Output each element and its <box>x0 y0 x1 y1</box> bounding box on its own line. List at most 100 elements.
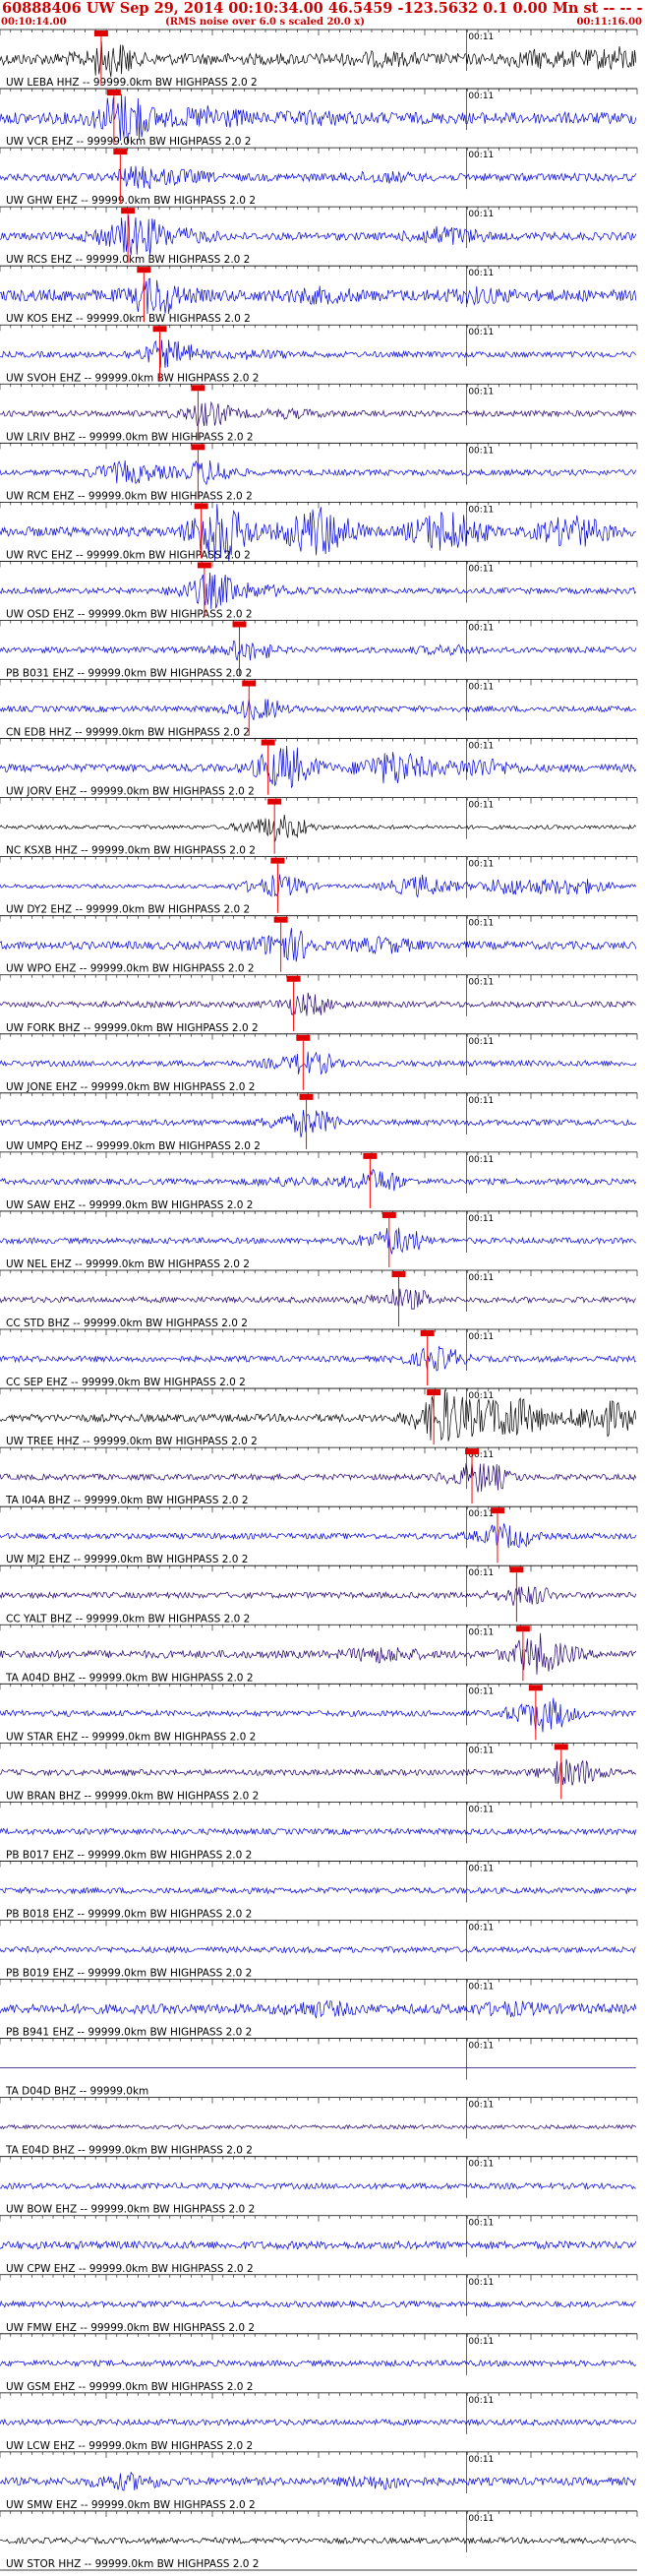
waveform-trace <box>0 2300 636 2308</box>
waveform-trace <box>0 339 637 368</box>
minute-tick-label: 00:11 <box>468 1864 494 1873</box>
trace-label: CC STD BHZ -- 99999.0km BW HIGHPASS 2.0 … <box>6 1318 248 1329</box>
trace-label: TA E04D BHZ -- 99999.0km BW HIGHPASS 2.0… <box>5 2145 253 2157</box>
waveform-trace <box>0 2471 637 2491</box>
trace-label: UW FORK BHZ -- 99999.0km BW HIGHPASS 2.0… <box>6 1022 259 1034</box>
pick-marker <box>242 680 257 687</box>
trace-label: UW GSM EHZ -- 99999.0km BW HIGHPASS 2.0 … <box>6 2381 253 2393</box>
minute-tick-label: 00:11 <box>468 1509 494 1519</box>
pick-marker <box>299 1093 314 1100</box>
minute-tick-label: 00:11 <box>468 328 494 337</box>
minute-tick-label: 00:11 <box>468 1155 494 1165</box>
minute-tick-label: 00:11 <box>468 742 494 752</box>
minute-tick-label: 00:11 <box>468 1746 494 1755</box>
minute-tick-label: 00:11 <box>468 1332 494 1342</box>
waveform-trace <box>0 2239 637 2250</box>
trace-label: UW WPO EHZ -- 99999.0km BW HIGHPASS 2.0 … <box>6 963 255 975</box>
waveform-trace <box>0 874 637 898</box>
trace-label: UW MJ2 EHZ -- 99999.0km BW HIGHPASS 2.0 … <box>6 1554 248 1565</box>
trace-label: UW GHW EHZ -- 99999.0km BW HIGHPASS 2.0 … <box>6 195 256 207</box>
minute-tick-label: 00:11 <box>468 2455 494 2465</box>
pick-marker <box>191 385 205 392</box>
trace-label: UW JORV EHZ -- 99999.0km BW HIGHPASS 2.0… <box>6 786 255 798</box>
minute-tick-label: 00:11 <box>468 1037 494 1047</box>
waveform-trace <box>0 1168 637 1192</box>
pick-marker <box>137 267 151 274</box>
trace-label: CC SEP EHZ -- 99999.0km BW HIGHPASS 2.0 … <box>6 1377 246 1388</box>
minute-tick-label: 00:11 <box>468 151 494 160</box>
minute-tick-label: 00:11 <box>468 2278 494 2288</box>
minute-tick-label: 00:11 <box>468 505 494 515</box>
waveform-trace <box>0 2123 637 2130</box>
waveform-trace <box>0 699 637 720</box>
trace-label: UW SVOH EHZ -- 99999.0km BW HIGHPASS 2.0… <box>6 372 259 384</box>
trace-label: UW STOR HHZ -- 99999.0km BW HIGHPASS 2.0… <box>6 2558 260 2570</box>
waveform-trace <box>0 1461 637 1493</box>
minute-tick-label: 00:11 <box>468 683 494 693</box>
pick-marker <box>232 621 247 628</box>
waveform-trace <box>0 460 637 486</box>
minute-tick-label: 00:11 <box>468 2101 494 2111</box>
trace-label: TA D04D BHZ -- 99999.0km <box>5 2086 148 2098</box>
pick-marker <box>420 1330 435 1337</box>
pick-marker <box>427 1389 441 1396</box>
waveform-trace <box>0 814 637 842</box>
waveform-trace <box>0 165 637 190</box>
pick-marker <box>363 1152 378 1159</box>
trace-label: CC YALT BHZ -- 99999.0km BW HIGHPASS 2.0… <box>6 1613 250 1625</box>
trace-label: UW SAW EHZ -- 99999.0km BW HIGHPASS 2.0 … <box>6 1199 253 1211</box>
trace-label: UW TREE HHZ -- 99999.0km BW HIGHPASS 2.0… <box>6 1436 258 1447</box>
trace-label: UW BRAN BHZ -- 99999.0km BW HIGHPASS 2.0… <box>6 1790 259 1802</box>
waveform-trace <box>0 1288 637 1311</box>
waveform-trace <box>0 928 637 962</box>
waveform-trace <box>0 1999 637 2019</box>
pick-marker <box>273 916 288 923</box>
minute-tick-label: 00:11 <box>468 2160 494 2170</box>
waveform-trace <box>0 1945 637 1954</box>
waveform-trace <box>0 1827 637 1836</box>
waveform-trace <box>0 277 637 315</box>
seismogram-chart: 00:11 UW LEBA HHZ -- 99999.0km BW HIGHPAS… <box>0 29 638 2571</box>
waveform-trace <box>0 1051 637 1075</box>
minute-tick-label: 00:11 <box>468 801 494 811</box>
minute-tick-label: 00:11 <box>468 1627 494 1637</box>
trace-label: UW LCW EHZ -- 99999.0km BW HIGHPASS 2.0 … <box>6 2440 253 2452</box>
waveform-trace <box>0 745 637 789</box>
minute-tick-label: 00:11 <box>468 1923 494 1932</box>
waveform-trace <box>0 1586 637 1606</box>
trace-label: UW SMW EHZ -- 99999.0km BW HIGHPASS 2.0 … <box>6 2499 256 2511</box>
pick-marker <box>261 739 275 746</box>
waveform-trace <box>0 1697 637 1733</box>
trace-label: UW BOW EHZ -- 99999.0km BW HIGHPASS 2.0 … <box>6 2204 255 2216</box>
pick-marker <box>267 798 282 805</box>
pick-marker <box>509 1566 524 1573</box>
trace-label: UW UMPQ EHZ -- 99999.0km BW HIGHPASS 2.0… <box>6 1140 261 1152</box>
pick-marker <box>93 31 108 36</box>
minute-tick-label: 00:11 <box>468 446 494 456</box>
pick-marker <box>113 149 128 155</box>
trace-label: TA I04A BHZ -- 99999.0km BW HIGHPASS 2.0… <box>5 1495 249 1506</box>
trace-label: PB B941 EHZ -- 99999.0km BW HIGHPASS 2.0… <box>6 2027 252 2039</box>
waveform-trace <box>0 1523 637 1549</box>
pick-marker <box>515 1625 530 1632</box>
pick-marker <box>270 857 285 864</box>
trace-label: UW RCM EHZ -- 99999.0km BW HIGHPASS 2.0 … <box>6 490 253 502</box>
minute-tick-label: 00:11 <box>468 860 494 870</box>
minute-tick-label: 00:11 <box>468 1687 494 1696</box>
minute-tick-label: 00:11 <box>468 92 494 101</box>
trace-label: UW VCR EHZ -- 99999.0km BW HIGHPASS 2.0 … <box>6 136 251 148</box>
trace-label: UW STAR EHZ -- 99999.0km BW HIGHPASS 2.0… <box>6 1731 256 1743</box>
waveform-trace <box>0 1886 637 1895</box>
pick-marker <box>152 326 167 333</box>
trace-label: TA A04D BHZ -- 99999.0km BW HIGHPASS 2.0… <box>5 1672 254 1684</box>
trace-label: UW RVC EHZ -- 99999.0km BW HIGHPASS 2.0 … <box>6 549 251 561</box>
minute-tick-label: 00:11 <box>468 1805 494 1814</box>
trace-label: PB B019 EHZ -- 99999.0km BW HIGHPASS 2.0… <box>6 1968 252 1980</box>
minute-tick-label: 00:11 <box>468 2042 494 2052</box>
minute-tick-label: 00:11 <box>468 919 494 929</box>
minute-tick-label: 00:11 <box>468 1568 494 1578</box>
minute-tick-label: 00:11 <box>468 1983 494 1993</box>
waveform-trace <box>0 40 637 78</box>
waveform-trace <box>0 1227 637 1255</box>
pick-marker <box>528 1685 543 1691</box>
